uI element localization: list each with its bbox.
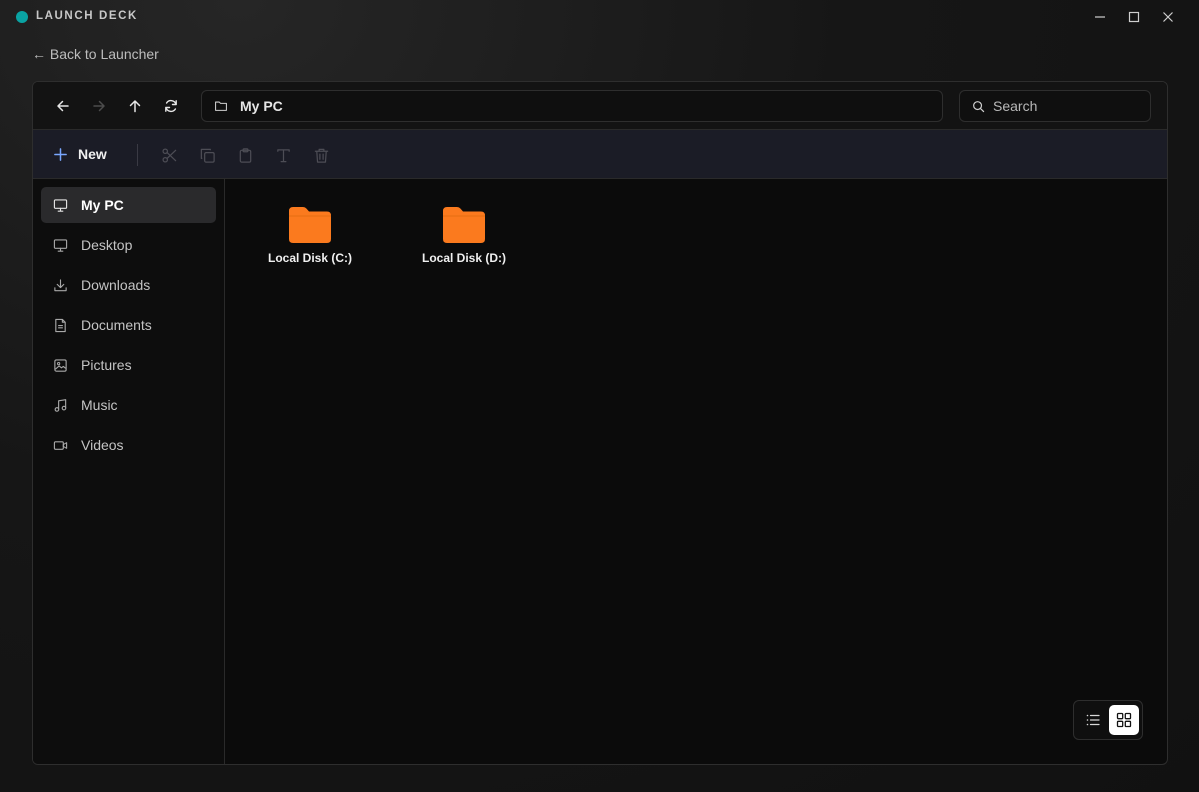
minimize-button[interactable] <box>1088 6 1112 28</box>
sidebar-item-label: Downloads <box>81 277 151 293</box>
arrow-up-icon <box>129 100 141 113</box>
sidebar-item-label: Videos <box>81 437 124 453</box>
drive-item-c[interactable]: Local Disk (C:) <box>260 205 360 265</box>
view-mode-toggle <box>1073 700 1143 740</box>
app-title: LAUNCH DECK <box>36 10 138 22</box>
sidebar-item-my-pc[interactable]: My PC <box>41 187 216 223</box>
folder-icon <box>443 207 485 243</box>
trash-icon <box>314 148 328 163</box>
maximize-button[interactable] <box>1122 6 1146 28</box>
search-input[interactable] <box>993 98 1133 114</box>
nav-up-button[interactable] <box>123 94 147 118</box>
nav-forward-button[interactable] <box>87 94 111 118</box>
sidebar: My PC Desktop Downloads Documents Pictur… <box>33 179 225 764</box>
music-icon <box>54 398 67 412</box>
sidebar-item-label: Desktop <box>81 237 133 253</box>
copy-icon <box>200 148 215 163</box>
file-explorer-window: My PC New My PC <box>32 81 1168 765</box>
cut-button[interactable] <box>159 145 179 165</box>
file-grid: Local Disk (C:) Local Disk (D:) <box>226 179 1167 764</box>
clipboard-icon <box>239 147 251 163</box>
image-icon <box>54 358 67 372</box>
download-icon <box>54 278 67 291</box>
sidebar-item-label: My PC <box>81 197 124 213</box>
grid-view-button[interactable] <box>1109 705 1139 735</box>
address-path: My PC <box>240 98 283 114</box>
new-button-label: New <box>78 146 107 162</box>
list-icon <box>1086 714 1100 726</box>
address-bar[interactable]: My PC <box>201 90 943 122</box>
back-to-launcher-link[interactable]: ← Back to Launcher <box>32 46 159 62</box>
copy-button[interactable] <box>197 145 217 165</box>
new-button[interactable]: New <box>53 142 107 166</box>
close-icon <box>1163 12 1173 22</box>
title-bar: LAUNCH DECK <box>0 0 1199 34</box>
folder-icon <box>289 207 331 243</box>
arrow-right-icon <box>93 100 105 112</box>
folder-outline-icon <box>215 101 227 111</box>
maximize-icon <box>1128 11 1140 23</box>
minimize-icon <box>1095 16 1105 18</box>
document-icon <box>55 318 66 332</box>
sidebar-item-label: Documents <box>81 317 152 333</box>
refresh-button[interactable] <box>159 94 183 118</box>
navigation-bar: My PC <box>33 82 1167 130</box>
desktop-icon <box>53 238 68 252</box>
sidebar-item-pictures[interactable]: Pictures <box>41 347 216 383</box>
sidebar-item-documents[interactable]: Documents <box>41 307 216 343</box>
drive-label: Local Disk (C:) <box>267 251 352 265</box>
arrow-left-icon <box>57 100 69 112</box>
sidebar-item-label: Music <box>81 397 118 413</box>
close-button[interactable] <box>1156 6 1180 28</box>
sidebar-item-downloads[interactable]: Downloads <box>41 267 216 303</box>
sidebar-item-label: Pictures <box>81 357 132 373</box>
scissors-icon <box>161 147 176 163</box>
search-box[interactable] <box>959 90 1151 122</box>
monitor-icon <box>53 198 68 212</box>
drive-item-d[interactable]: Local Disk (D:) <box>414 205 514 265</box>
paste-button[interactable] <box>235 145 255 165</box>
refresh-icon <box>165 99 177 113</box>
video-icon <box>53 440 68 450</box>
grid-icon <box>1116 712 1132 728</box>
rename-button[interactable] <box>273 145 293 165</box>
action-toolbar: New <box>33 130 1167 179</box>
drive-label: Local Disk (D:) <box>421 251 506 265</box>
nav-back-button[interactable] <box>51 94 75 118</box>
plus-icon <box>54 147 67 161</box>
app-logo-dot <box>16 11 28 23</box>
delete-button[interactable] <box>311 145 331 165</box>
text-icon <box>276 148 290 162</box>
toolbar-divider <box>137 144 138 166</box>
search-icon <box>973 100 985 112</box>
sidebar-item-videos[interactable]: Videos <box>41 427 216 463</box>
sidebar-item-music[interactable]: Music <box>41 387 216 423</box>
sidebar-item-desktop[interactable]: Desktop <box>41 227 216 263</box>
list-view-button[interactable] <box>1078 705 1108 735</box>
